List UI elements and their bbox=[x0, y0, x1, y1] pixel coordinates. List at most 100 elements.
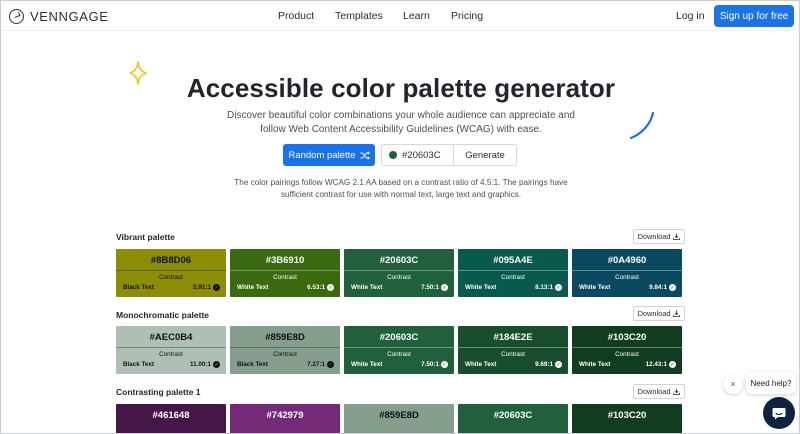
swatch-row-vibrant: #8B8D06 Contrast Black Text 5.91:1 ✓ #3B6910 C… bbox=[116, 249, 682, 297]
color-swatch-dot bbox=[389, 151, 397, 159]
chat-button[interactable] bbox=[763, 397, 795, 429]
generate-button[interactable]: Generate bbox=[453, 144, 517, 166]
color-swatch[interactable]: #20603C Contrast White Text 7.50:1 ✓ bbox=[344, 249, 454, 297]
check-icon: ✓ bbox=[669, 361, 676, 368]
swatch-ratio-value: 9.69:1 bbox=[535, 361, 553, 368]
swatch-text-label: White Text bbox=[351, 361, 383, 368]
check-icon: ✓ bbox=[555, 361, 562, 368]
page-title: Accessible color palette generator bbox=[186, 73, 616, 103]
download-button-contrasting-1[interactable]: Download bbox=[633, 384, 685, 399]
color-swatch[interactable]: #8B8D06 Contrast Black Text 5.91:1 ✓ bbox=[116, 249, 226, 297]
color-swatch[interactable]: #859E8D bbox=[344, 404, 454, 433]
swatch-hex: #20603C bbox=[493, 410, 533, 421]
check-icon: ✓ bbox=[213, 361, 220, 368]
nav-templates[interactable]: Templates bbox=[335, 10, 383, 22]
swatch-text-label: Black Text bbox=[123, 284, 155, 291]
random-palette-label: Random palette bbox=[288, 149, 356, 161]
swatch-text-label: White Text bbox=[351, 284, 383, 291]
color-swatch[interactable]: #103C20 Contrast White Text 12.43:1 ✓ bbox=[572, 326, 682, 374]
swatch-contrast-label: Contrast bbox=[387, 274, 411, 281]
color-swatch[interactable]: #103C20 bbox=[572, 404, 682, 433]
swatch-ratio-value: 7.50:1 bbox=[421, 284, 439, 291]
swatch-hex: #859E8D bbox=[379, 410, 419, 421]
wcag-note: The color pairings follow WCAG 2.1 AA ba… bbox=[234, 178, 568, 199]
color-swatch[interactable]: #0A4960 Contrast White Text 9.84:1 ✓ bbox=[572, 249, 682, 297]
help-bubble[interactable]: Need help? bbox=[746, 372, 796, 394]
palette-title-contrasting-1: Contrasting palette 1 bbox=[116, 387, 201, 397]
swatch-ratio: 7.50:1 ✓ bbox=[421, 284, 448, 291]
download-label: Download bbox=[637, 387, 671, 396]
check-icon: ✓ bbox=[555, 284, 562, 291]
check-icon: ✓ bbox=[441, 361, 448, 368]
page: VENNGAGE Product Templates Learn Pricing… bbox=[0, 0, 800, 434]
swatch-ratio: 9.69:1 ✓ bbox=[535, 361, 562, 368]
nav-product[interactable]: Product bbox=[278, 10, 314, 22]
color-swatch[interactable]: #20603C bbox=[458, 404, 568, 433]
color-swatch[interactable]: #461648 bbox=[116, 404, 226, 433]
swatch-hex: #AEC0B4 bbox=[149, 332, 193, 343]
swatch-contrast-label: Contrast bbox=[387, 351, 411, 358]
swatch-contrast-label: Contrast bbox=[615, 351, 639, 358]
swatch-contrast-label: Contrast bbox=[501, 351, 525, 358]
swatch-contrast-label: Contrast bbox=[501, 274, 525, 281]
nav-learn[interactable]: Learn bbox=[403, 10, 430, 22]
color-swatch[interactable]: #095A4E Contrast White Text 8.13:1 ✓ bbox=[458, 249, 568, 297]
swatch-text-label: White Text bbox=[237, 284, 269, 291]
swatch-divider bbox=[116, 347, 226, 348]
swatch-ratio: 6.53:1 ✓ bbox=[307, 284, 334, 291]
check-icon: ✓ bbox=[327, 284, 334, 291]
download-button-vibrant[interactable]: Download bbox=[633, 229, 685, 244]
download-icon bbox=[673, 233, 681, 240]
swatch-text-label: White Text bbox=[465, 361, 497, 368]
swatch-divider bbox=[572, 270, 682, 271]
swatch-text-label: White Text bbox=[579, 361, 611, 368]
color-swatch[interactable]: #3B6910 Contrast White Text 6.53:1 ✓ bbox=[230, 249, 340, 297]
signup-button[interactable]: Sign up for free bbox=[714, 5, 794, 27]
hex-color-input[interactable]: #20603C bbox=[381, 144, 453, 166]
help-close-button[interactable]: × bbox=[723, 374, 743, 394]
palette-title-vibrant: Vibrant palette bbox=[116, 232, 175, 242]
swatch-contrast-label: Contrast bbox=[159, 274, 183, 281]
color-swatch[interactable]: #AEC0B4 Contrast Black Text 11.00:1 ✓ bbox=[116, 326, 226, 374]
download-label: Download bbox=[637, 309, 671, 318]
color-swatch[interactable]: #742979 bbox=[230, 404, 340, 433]
nav-pricing[interactable]: Pricing bbox=[451, 10, 483, 22]
swatch-ratio-value: 8.13:1 bbox=[535, 284, 553, 291]
swatch-divider bbox=[458, 270, 568, 271]
swatch-text-label: Black Text bbox=[123, 361, 155, 368]
swatch-row-contrasting-1: #461648 #742979 #859E8D #20603C #103C20 bbox=[116, 404, 682, 433]
color-swatch[interactable]: #184E2E Contrast White Text 9.69:1 ✓ bbox=[458, 326, 568, 374]
swatch-divider bbox=[572, 347, 682, 348]
check-icon: ✓ bbox=[669, 284, 676, 291]
swatch-ratio-value: 6.53:1 bbox=[307, 284, 325, 291]
swatch-hex: #0A4960 bbox=[607, 255, 647, 266]
swatch-ratio: 11.00:1 ✓ bbox=[190, 361, 220, 368]
random-palette-button[interactable]: Random palette bbox=[283, 144, 375, 166]
download-button-monochromatic[interactable]: Download bbox=[633, 306, 685, 321]
swatch-contrast-label: Contrast bbox=[273, 351, 297, 358]
swatch-hex: #095A4E bbox=[493, 255, 533, 266]
swatch-divider bbox=[116, 270, 226, 271]
swatch-ratio-value: 11.00:1 bbox=[189, 361, 211, 368]
swatch-divider bbox=[230, 347, 340, 348]
swatch-ratio-value: 9.84:1 bbox=[649, 284, 667, 291]
download-icon bbox=[673, 310, 681, 317]
check-icon: ✓ bbox=[213, 284, 220, 291]
color-swatch[interactable]: #20603C Contrast White Text 7.50:1 ✓ bbox=[344, 326, 454, 374]
swatch-hex: #103C20 bbox=[607, 410, 647, 421]
swatch-contrast-label: Contrast bbox=[615, 274, 639, 281]
swatch-hex: #859E8D bbox=[265, 332, 305, 343]
palette-title-monochromatic: Monochromatic palette bbox=[116, 310, 210, 320]
swatch-ratio-value: 12.43:1 bbox=[645, 361, 667, 368]
login-link[interactable]: Log in bbox=[676, 10, 705, 22]
swatch-divider bbox=[344, 270, 454, 271]
swatch-divider bbox=[230, 270, 340, 271]
swatch-ratio-value: 7.27:1 bbox=[307, 361, 325, 368]
swatch-text-label: White Text bbox=[465, 284, 497, 291]
hex-value: #20603C bbox=[402, 149, 441, 161]
color-swatch[interactable]: #859E8D Contrast Black Text 7.27:1 ✓ bbox=[230, 326, 340, 374]
swatch-hex: #742979 bbox=[266, 410, 304, 421]
swatch-text-label: White Text bbox=[579, 284, 611, 291]
swatch-hex: #184E2E bbox=[493, 332, 533, 343]
swatch-ratio-value: 5.91:1 bbox=[193, 284, 211, 291]
